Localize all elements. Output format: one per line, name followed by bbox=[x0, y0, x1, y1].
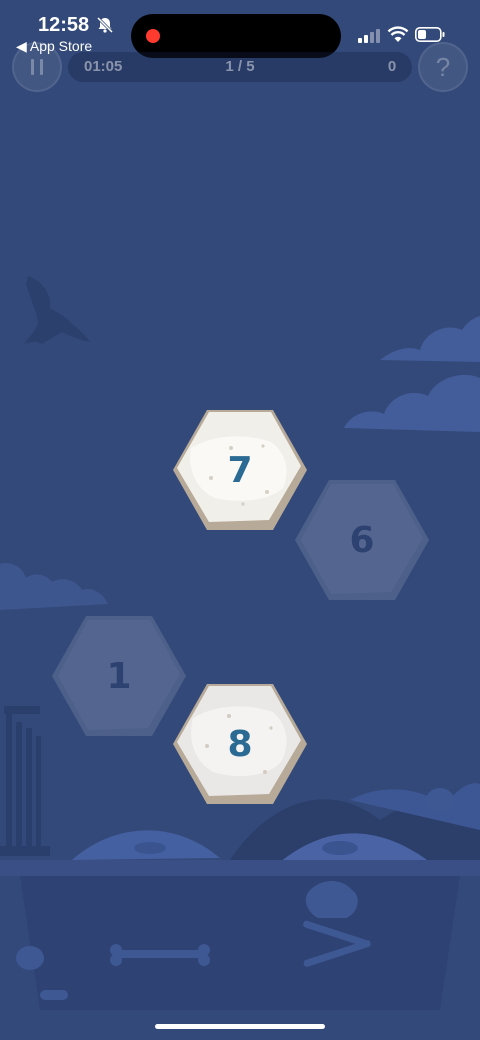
round-progress: 1 / 5 bbox=[225, 58, 255, 75]
tile-number-1: 1 bbox=[106, 655, 132, 697]
clouds-left bbox=[0, 563, 108, 610]
dig-pit bbox=[20, 876, 460, 1010]
signal-icon bbox=[358, 29, 380, 43]
ground-surface bbox=[0, 860, 480, 876]
pause-icon bbox=[31, 59, 43, 75]
bird-silhouette bbox=[24, 276, 90, 344]
number-tile-8[interactable]: 8 bbox=[171, 682, 309, 806]
tile-number-6: 6 bbox=[349, 519, 375, 561]
bell-slash-icon bbox=[96, 16, 114, 34]
recording-dot-icon bbox=[146, 29, 160, 43]
status-time: 12:58 bbox=[38, 14, 90, 36]
tile-number-7: 7 bbox=[227, 449, 253, 491]
number-tile-1[interactable]: 1 bbox=[50, 614, 188, 738]
timer-display: 01:05 bbox=[84, 58, 123, 75]
pause-button[interactable] bbox=[12, 42, 62, 92]
battery-icon bbox=[415, 27, 445, 42]
number-tile-7[interactable]: 7 bbox=[171, 408, 309, 532]
home-indicator[interactable] bbox=[155, 1024, 325, 1029]
help-button[interactable]: ? bbox=[418, 42, 468, 92]
number-tile-6[interactable]: 6 bbox=[293, 478, 431, 602]
clouds-right bbox=[344, 316, 480, 432]
wifi-icon bbox=[387, 26, 409, 42]
tile-number-8: 8 bbox=[227, 723, 253, 765]
score-display: 0 bbox=[387, 58, 397, 75]
ruin-columns bbox=[0, 706, 50, 856]
